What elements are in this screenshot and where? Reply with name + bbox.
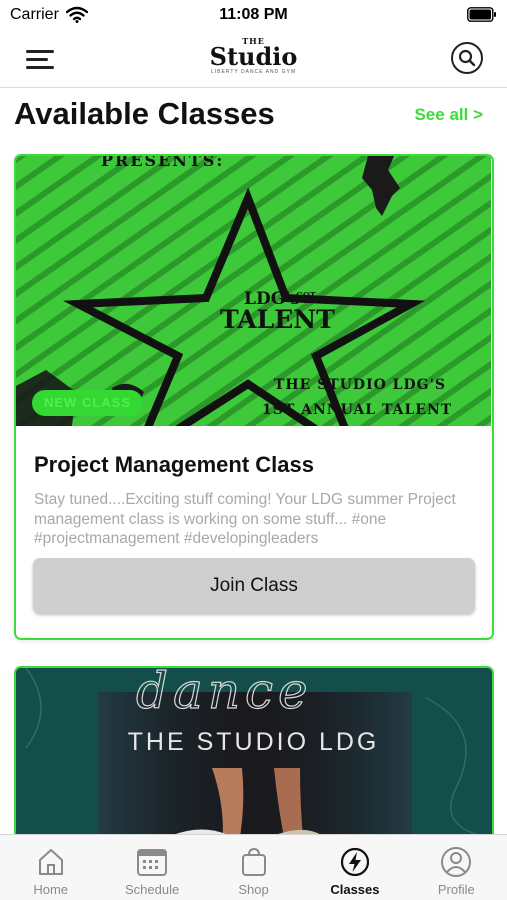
- poster-star-line1b: GOT: [296, 290, 316, 300]
- status-bar: Carrier 11:08 PM: [0, 0, 507, 32]
- poster-presents: PRESENTS:: [101, 156, 224, 170]
- profile-icon: [441, 847, 472, 877]
- dance-script-text: dance: [135, 666, 313, 721]
- search-icon: [458, 49, 476, 67]
- class-poster-image: PRESENTS: LDG's GOT TALENT THE STUDIO LD…: [16, 156, 491, 426]
- poster-bottom-line1: THE STUDIO LDG'S: [274, 377, 446, 393]
- logo-sub: LIBERTY DANCE AND GYM: [211, 69, 296, 75]
- class-description: Stay tuned....Exciting stuff coming! You…: [34, 491, 456, 547]
- class-card[interactable]: dance THE STUDIO LDG: [14, 666, 494, 846]
- tab-label: Schedule: [125, 882, 180, 897]
- clock: 11:08 PM: [219, 6, 288, 23]
- home-icon: [38, 849, 63, 875]
- lightning-icon: [340, 847, 370, 877]
- top-nav: THE Studio LIBERTY DANCE AND GYM: [0, 32, 507, 88]
- poster-bottom-line2: 1ST ANNUAL TALENT: [262, 402, 452, 418]
- studio-logo[interactable]: THE Studio LIBERTY DANCE AND GYM: [0, 36, 507, 75]
- join-class-button[interactable]: Join Class: [33, 558, 475, 613]
- new-class-badge: NEW CLASS: [32, 390, 143, 416]
- search-button[interactable]: [451, 42, 483, 74]
- tab-label: Classes: [330, 882, 380, 897]
- class-title: Project Management Class: [34, 452, 314, 477]
- tab-label: Shop: [238, 882, 269, 897]
- class-card[interactable]: PRESENTS: LDG's GOT TALENT THE STUDIO LD…: [14, 154, 494, 640]
- talent-poster: PRESENTS: LDG's GOT TALENT THE STUDIO LD…: [16, 156, 491, 426]
- shopping-bag-icon: [241, 847, 266, 876]
- tab-schedule[interactable]: Schedule: [101, 835, 202, 900]
- tab-bar: Home Schedule Shop Classes Profile: [0, 834, 507, 900]
- tab-shop[interactable]: Shop: [203, 835, 304, 900]
- studio-ldg-text: THE STUDIO LDG: [127, 728, 380, 756]
- see-all-link[interactable]: See all >: [414, 105, 483, 125]
- section-title: Available Classes: [14, 96, 275, 131]
- tab-label: Home: [33, 882, 69, 897]
- tab-profile[interactable]: Profile: [406, 835, 507, 900]
- poster-star-line2: TALENT: [220, 305, 335, 334]
- tab-classes[interactable]: Classes: [304, 835, 405, 900]
- calendar-icon: [137, 849, 168, 876]
- battery-icon: [467, 7, 496, 22]
- tab-label: Profile: [437, 882, 475, 897]
- tab-home[interactable]: Home: [0, 835, 101, 900]
- logo-main: Studio: [209, 42, 298, 71]
